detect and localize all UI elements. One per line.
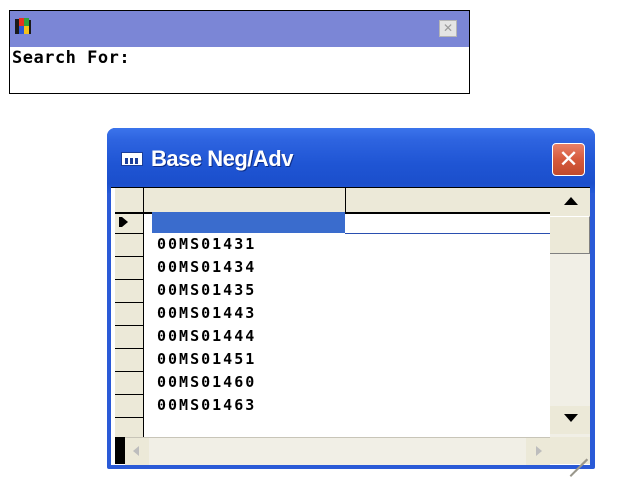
data-grid[interactable]: 00MS01431 00MS01434 00MS01435 00MS01443 …: [111, 187, 590, 477]
arrow-down-icon: [564, 414, 578, 422]
grid-window-titlebar[interactable]: Base Neg/Adv ✕: [107, 128, 595, 193]
list-item[interactable]: 00MS01451: [157, 348, 256, 370]
list-item[interactable]: 00MS01431: [157, 233, 256, 255]
list-item[interactable]: 00MS01443: [157, 302, 256, 324]
list-item[interactable]: 00MS01463: [157, 394, 256, 416]
selected-cell[interactable]: [152, 212, 345, 233]
close-button[interactable]: ✕: [552, 143, 585, 176]
vertical-scrollbar[interactable]: [550, 188, 590, 437]
scroll-up-button[interactable]: [550, 188, 590, 216]
arrow-left-icon: [133, 446, 139, 456]
search-titlebar[interactable]: ✕: [10, 11, 469, 47]
scroll-down-button[interactable]: [550, 406, 590, 434]
scroll-right-button[interactable]: [526, 438, 550, 465]
grid-corner-marker: [115, 437, 125, 464]
size-grip-icon[interactable]: [550, 437, 590, 477]
window-title: Base Neg/Adv: [151, 146, 293, 171]
list-item[interactable]: 00MS01444: [157, 325, 256, 347]
close-icon[interactable]: ✕: [439, 20, 457, 37]
base-neg-adv-window: Base Neg/Adv ✕ 00MS01431 00MS01434 00MS0…: [107, 128, 595, 477]
list-item[interactable]: 00MS01460: [157, 371, 256, 393]
search-window: ✕ Search For:: [9, 10, 470, 94]
arrow-right-icon: [536, 446, 542, 456]
vertical-scroll-thumb[interactable]: [550, 216, 590, 254]
grid-header-row: [115, 188, 550, 214]
grid-cell-edge: [345, 233, 550, 234]
horizontal-scrollbar[interactable]: [125, 437, 550, 465]
grid-window-icon: [121, 152, 143, 166]
list-item[interactable]: 00MS01434: [157, 256, 256, 278]
windows-app-icon: [15, 18, 31, 34]
scroll-left-button[interactable]: [125, 438, 149, 465]
list-item[interactable]: 00MS01435: [157, 279, 256, 301]
arrow-up-icon: [564, 197, 578, 205]
search-for-label: Search For:: [12, 48, 131, 68]
current-row-arrow-icon: [122, 217, 128, 227]
